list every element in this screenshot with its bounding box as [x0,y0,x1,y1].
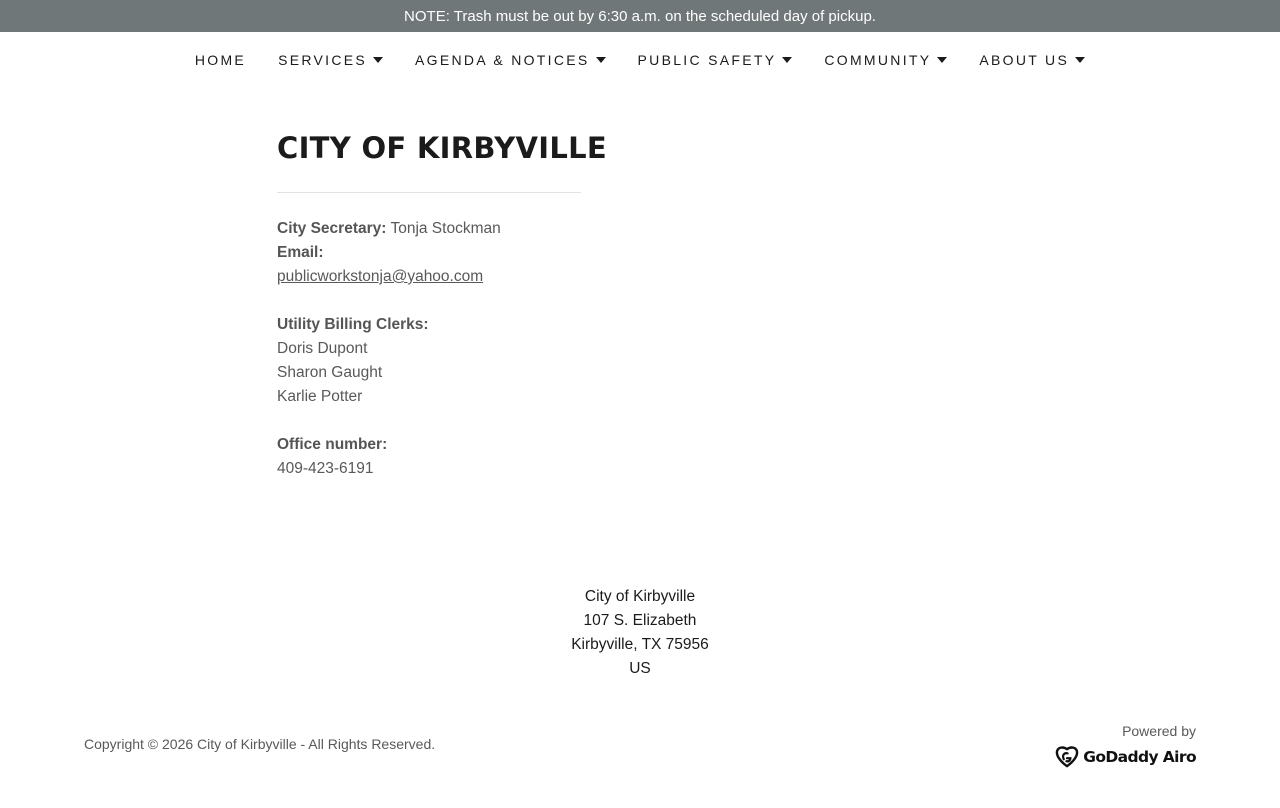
nav-item-label: PUBLIC SAFETY [637,51,777,68]
secretary-line: City Secretary: Tonja Stockman [277,217,597,241]
address-line: Kirbyville, TX 75956 [571,636,709,653]
caret-down-icon [937,57,948,63]
footer-address: City of Kirbyville 107 S. Elizabeth Kirb… [0,585,1280,681]
page-title: CITY OF KIRBYVILLE [277,131,608,165]
powered-by[interactable]: Powered by GoDaddy Airo [1055,723,1197,768]
email-line: Email: [277,241,597,265]
nav-item-label: COMMUNITY [824,51,932,68]
caret-down-icon [595,57,606,63]
nav-item-label: AGENDA & NOTICES [415,51,590,68]
clerk-name: Sharon Gaught [277,364,383,381]
nav-item-agenda-notices[interactable]: AGENDA & NOTICES [415,52,606,68]
address-line: 107 S. Elizabeth [583,612,697,629]
secretary-name: Tonja Stockman [386,220,501,237]
clerks-line: Utility Billing Clerks: [277,313,597,337]
caret-down-icon [373,57,384,63]
nav-item-community[interactable]: COMMUNITY [824,51,948,68]
email-label: Email: [277,244,324,261]
brand-name: GoDaddy Airo [1083,748,1196,766]
main-nav: HOME SERVICES AGENDA & NOTICES PUBLIC SA… [0,32,1280,88]
address-line: US [629,660,651,677]
nav-item-services[interactable]: SERVICES [278,51,384,68]
main-content: CITY OF KIRBYVILLE City Secretary: Tonja… [277,128,608,481]
godaddy-logo-icon [1055,746,1079,768]
caret-down-icon [1075,57,1086,63]
caret-down-icon [782,57,793,63]
nav-item-home[interactable]: HOME [195,52,246,68]
announcement-text: NOTE: Trash must be out by 6:30 a.m. on … [404,7,876,25]
brand-link[interactable]: GoDaddy Airo [1055,746,1197,768]
nav-item-about-us[interactable]: ABOUT US [979,51,1086,68]
office-line: Office number: [277,433,597,457]
announcement-bar: NOTE: Trash must be out by 6:30 a.m. on … [0,0,1280,32]
clerk-name: Karlie Potter [277,388,363,405]
email-link[interactable]: publicworkstonja@yahoo.com [277,268,483,285]
clerks-label: Utility Billing Clerks: [277,316,429,333]
powered-by-label: Powered by [1122,723,1196,739]
office-label: Office number: [277,436,388,453]
nav-item-label: ABOUT US [979,51,1070,68]
nav-item-label: SERVICES [278,51,368,68]
nav-item-label: HOME [194,51,247,68]
title-divider [277,192,581,193]
email-link-line: publicworkstonja@yahoo.com [277,265,597,289]
contact-info: City Secretary: Tonja Stockman Email: pu… [277,217,597,481]
secretary-label: City Secretary: [277,220,387,237]
copyright-text: Copyright © 2026 City of Kirbyville - Al… [84,736,436,752]
office-number: 409-423-6191 [277,460,374,477]
address-line: City of Kirbyville [584,588,696,605]
clerk-name: Doris Dupont [277,340,368,357]
nav-item-public-safety[interactable]: PUBLIC SAFETY [638,52,793,68]
